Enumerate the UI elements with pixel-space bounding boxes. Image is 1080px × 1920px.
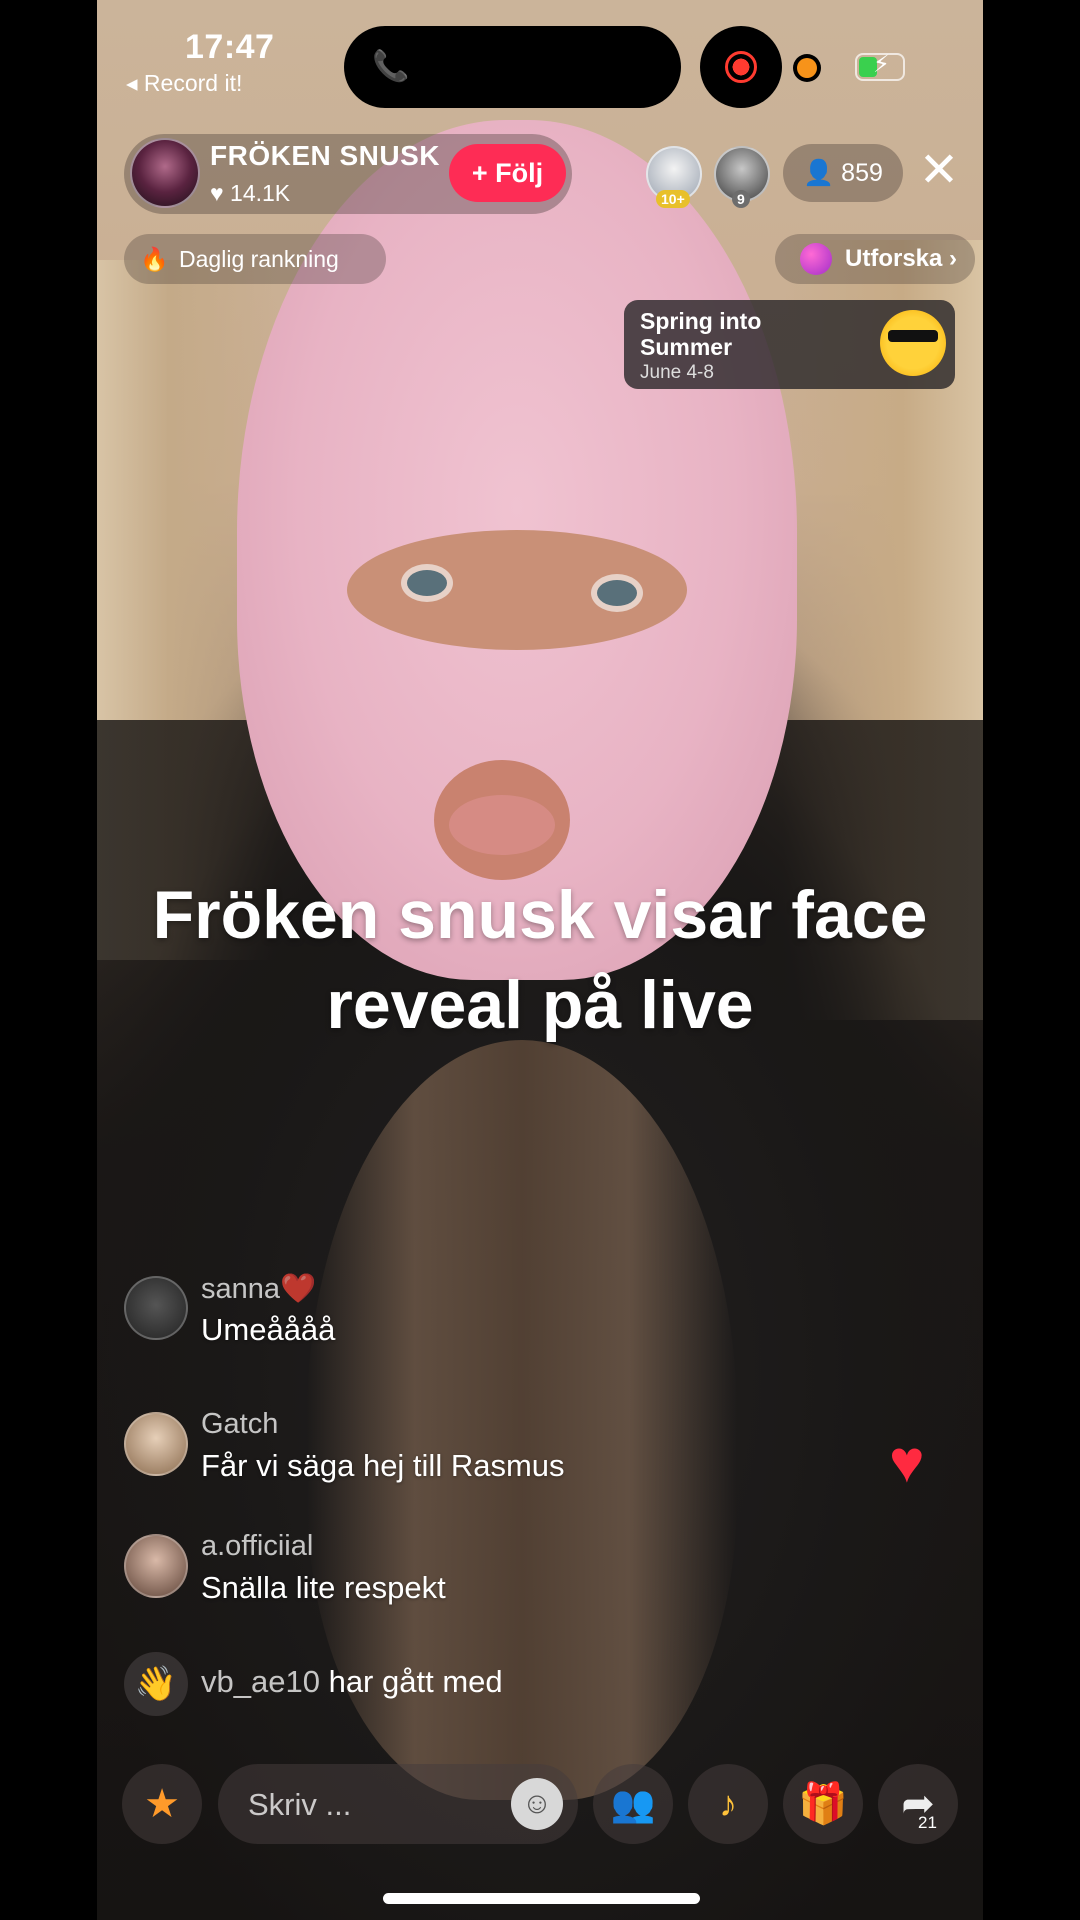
top-viewer-avatar-2[interactable]: 9 (714, 146, 770, 208)
chat-username[interactable]: sanna❤️ (201, 1272, 316, 1306)
daily-ranking-pill[interactable]: 🔥 Daglig rankning (124, 234, 386, 284)
close-icon[interactable]: ✕ (914, 146, 964, 196)
star-explore-icon[interactable]: ★ (122, 1764, 202, 1844)
host-likes: ♥ 14.1K (210, 180, 291, 206)
share-count: 21 (918, 1813, 937, 1832)
floating-heart-icon: ♥ (889, 1428, 925, 1495)
home-indicator[interactable] (383, 1893, 700, 1904)
chat-text: Umeåååå (201, 1312, 336, 1347)
host-name: FRÖKEN SNUSK (210, 140, 441, 171)
music-discount-icon[interactable]: ♪ (688, 1764, 768, 1844)
comment-input[interactable] (246, 1764, 490, 1846)
emoji-icon[interactable]: ☺ (511, 1778, 563, 1830)
promo-title: Spring into Summer (640, 308, 762, 360)
viewer-rank-badge: 9 (732, 190, 750, 208)
video-caption: Fröken snusk visar face reveal på live (152, 877, 928, 1043)
gift-icon[interactable]: 🎁 (783, 1764, 863, 1844)
chat-avatar[interactable] (124, 1412, 188, 1476)
top-viewer-avatar-1[interactable]: 10+ (646, 146, 702, 208)
chat-avatar[interactable] (124, 1276, 188, 1340)
sun-icon (880, 310, 946, 376)
battery-icon: ⚡ (855, 51, 905, 81)
sunglasses-icon (888, 330, 938, 342)
promo-date: June 4-8 (640, 362, 714, 383)
wave-icon: 👋 (124, 1652, 188, 1716)
chat-username[interactable]: Gatch (201, 1408, 278, 1441)
host-avatar[interactable] (130, 138, 200, 208)
explore-label: Utforska › (845, 245, 958, 272)
daily-ranking-label: Daglig rankning (179, 246, 339, 272)
joined-username[interactable]: vb_ae10 (201, 1664, 320, 1699)
planet-icon (800, 243, 832, 275)
chat-text: Snälla lite respekt (201, 1570, 446, 1605)
joined-text: har gått med (328, 1664, 503, 1699)
chat-text: Får vi säga hej till Rasmus (201, 1448, 565, 1483)
screen-record-icon (700, 26, 782, 108)
status-time: 17:47 (185, 28, 275, 66)
lips (449, 795, 555, 855)
chat-username[interactable]: a.officiial (201, 1530, 313, 1563)
viewer-count[interactable]: 👤 859 (783, 144, 903, 202)
viewer-rank-badge: 10+ (656, 190, 690, 208)
follow-button[interactable]: + Följ (449, 144, 566, 202)
right-eye (597, 580, 637, 606)
left-eye (407, 570, 447, 596)
mic-indicator-icon (797, 58, 817, 78)
phone-icon: 📞 (372, 50, 410, 83)
back-to-app[interactable]: ◂ Record it! (126, 70, 242, 97)
chat-avatar[interactable] (124, 1534, 188, 1598)
multi-guest-icon[interactable]: 👥 (593, 1764, 673, 1844)
flame-icon: 🔥 (140, 246, 169, 272)
